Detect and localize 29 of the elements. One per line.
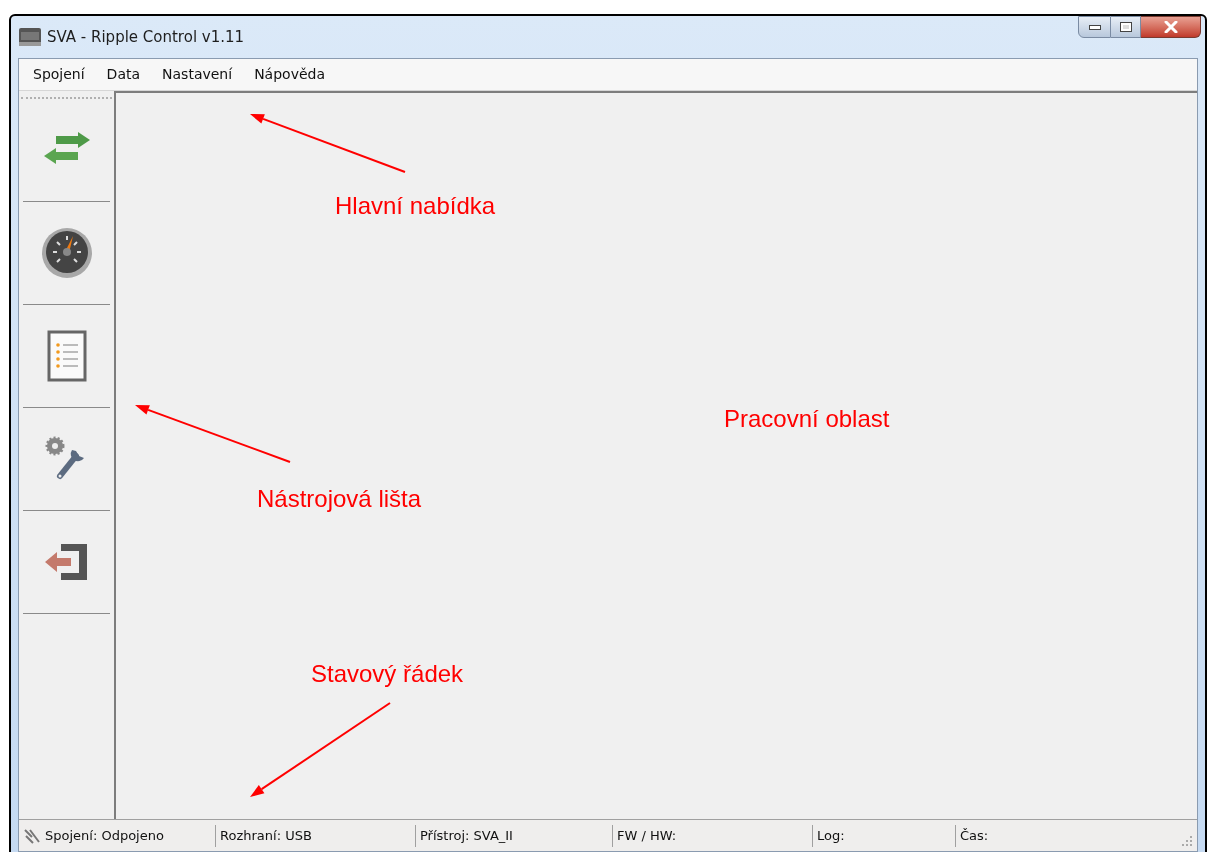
close-icon	[1163, 21, 1178, 33]
window-title: SVA - Ripple Control v1.11	[47, 26, 245, 48]
menu-item[interactable]: Data	[106, 64, 141, 85]
menu-item[interactable]: Spojení	[33, 64, 85, 85]
status-text: Čas:	[960, 826, 989, 845]
disconnected-icon	[23, 827, 41, 844]
minimize-icon	[1088, 24, 1101, 30]
status-text: Log:	[817, 826, 845, 845]
status-text: FW / HW:	[617, 826, 677, 845]
menu-item[interactable]: Nastavení	[162, 64, 233, 85]
status-text: Spojení: Odpojeno	[45, 826, 164, 845]
close-button[interactable]	[1141, 16, 1201, 38]
app-icon	[19, 28, 41, 46]
gear-wrench-icon	[45, 436, 84, 479]
arrows-icon	[43, 132, 90, 164]
maximize-icon	[1119, 22, 1132, 32]
maximize-button[interactable]	[1111, 16, 1141, 38]
status-text: Rozhraní: USB	[220, 826, 312, 845]
document-list-icon	[47, 330, 86, 382]
annotation-label: Nástrojová lišta	[257, 484, 422, 514]
annotation-label: Pracovní oblast	[724, 404, 890, 434]
annotation-label: Stavový řádek	[311, 659, 464, 689]
resize-grip-icon	[1181, 835, 1193, 847]
annotation-label: Hlavní nabídka	[335, 191, 496, 221]
status-text: Přístroj: SVA_II	[420, 826, 513, 845]
exit-arrow-icon	[44, 544, 87, 580]
menu-item[interactable]: Nápověda	[254, 64, 325, 85]
minimize-button[interactable]	[1078, 16, 1111, 38]
gauge-icon	[41, 228, 92, 278]
